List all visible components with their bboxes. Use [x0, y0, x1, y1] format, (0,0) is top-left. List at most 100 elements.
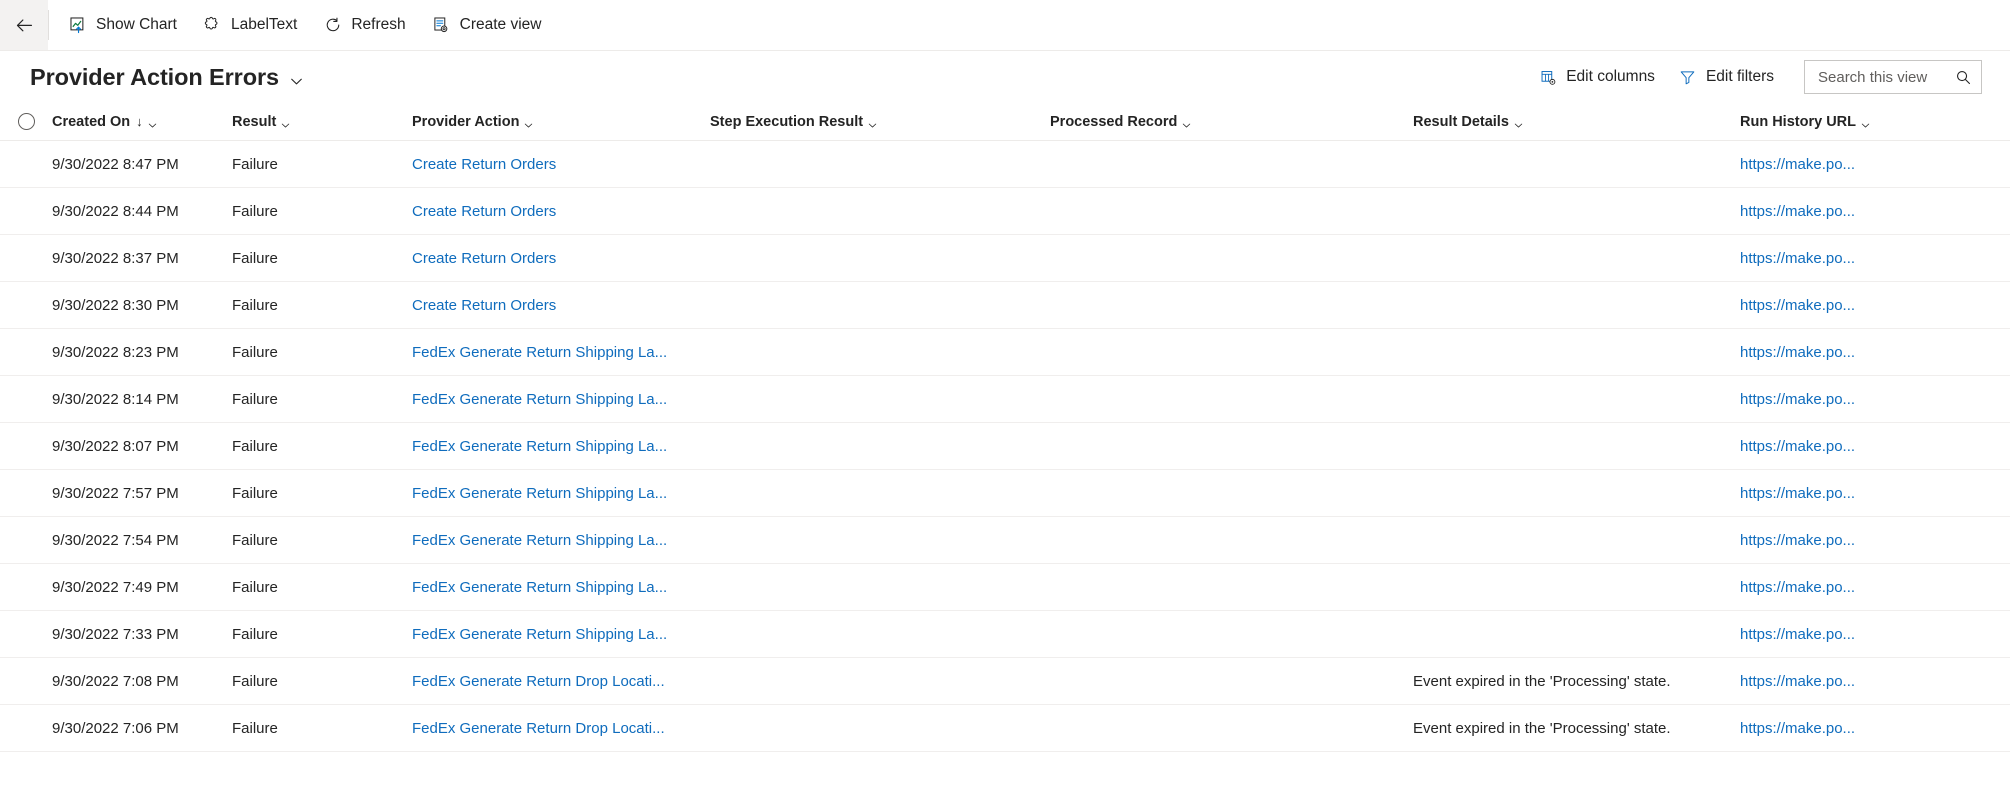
column-header-processed-record-label: Processed Record: [1050, 113, 1178, 130]
cell-provider-action[interactable]: Create Return Orders: [412, 156, 710, 173]
select-all-cell[interactable]: [0, 113, 52, 130]
show-chart-button[interactable]: Show Chart: [55, 0, 190, 50]
table-row[interactable]: 9/30/2022 8:37 PM Failure Create Return Or…: [0, 235, 2010, 282]
column-header-created-on-label: Created On: [52, 113, 131, 130]
cell-result-details: Event expired in the 'Processing' state.: [1413, 719, 1671, 737]
table-row[interactable]: 9/30/2022 7:33 PM Failure FedEx Generate R…: [0, 611, 2010, 658]
cell-run-history-url[interactable]: https://make.po...: [1740, 250, 2010, 267]
column-header-run-history-url[interactable]: Run History URL: [1740, 114, 2010, 130]
chevron-down-icon[interactable]: [524, 118, 533, 128]
cell-created-on: 9/30/2022 7:54 PM: [52, 531, 179, 549]
chevron-down-icon[interactable]: [148, 118, 157, 128]
refresh-label: Refresh: [351, 16, 406, 33]
table-row[interactable]: 9/30/2022 7:54 PM Failure FedEx Generate R…: [0, 517, 2010, 564]
grid-body: 9/30/2022 8:47 PM Failure Create Return Or…: [0, 141, 2010, 752]
search-icon[interactable]: [1955, 69, 1972, 86]
column-header-processed-record[interactable]: Processed Record: [1050, 114, 1413, 130]
cell-run-history-url[interactable]: https://make.po...: [1740, 203, 2010, 220]
cell-provider-action[interactable]: FedEx Generate Return Shipping La...: [412, 532, 710, 549]
cell-created-on: 9/30/2022 8:23 PM: [52, 343, 179, 361]
column-header-step-execution-result[interactable]: Step Execution Result: [710, 114, 1050, 130]
command-bar: Show Chart LabelText Refresh Create view: [0, 0, 2010, 51]
cell-provider-action[interactable]: Create Return Orders: [412, 203, 710, 220]
cell-provider-action[interactable]: FedEx Generate Return Drop Locati...: [412, 673, 710, 690]
table-row[interactable]: 9/30/2022 7:57 PM Failure FedEx Generate R…: [0, 470, 2010, 517]
cell-result: Failure: [232, 249, 278, 267]
cell-run-history-url[interactable]: https://make.po...: [1740, 485, 2010, 502]
view-selector[interactable]: Provider Action Errors: [30, 64, 302, 91]
column-header-created-on[interactable]: Created On ↓: [52, 114, 232, 130]
cell-provider-action[interactable]: FedEx Generate Return Shipping La...: [412, 626, 710, 643]
table-row[interactable]: 9/30/2022 7:06 PM Failure FedEx Generate R…: [0, 705, 2010, 752]
columns-icon: [1539, 68, 1557, 86]
refresh-button[interactable]: Refresh: [310, 0, 418, 50]
back-button[interactable]: [0, 0, 48, 50]
cell-created-on: 9/30/2022 8:47 PM: [52, 155, 179, 173]
edit-filters-button[interactable]: Edit filters: [1667, 58, 1786, 96]
table-row[interactable]: 9/30/2022 8:30 PM Failure Create Return Or…: [0, 282, 2010, 329]
view-header: Provider Action Errors Edit columns Edit…: [0, 51, 2010, 103]
chevron-down-icon[interactable]: [1182, 118, 1191, 128]
cell-result: Failure: [232, 719, 278, 737]
column-header-step-execution-result-label: Step Execution Result: [710, 113, 864, 130]
cell-result: Failure: [232, 202, 278, 220]
cell-created-on: 9/30/2022 8:44 PM: [52, 202, 179, 220]
cell-result: Failure: [232, 484, 278, 502]
cell-provider-action[interactable]: FedEx Generate Return Shipping La...: [412, 485, 710, 502]
column-header-provider-action-label: Provider Action: [412, 113, 520, 130]
cell-created-on: 9/30/2022 7:57 PM: [52, 484, 179, 502]
cell-provider-action[interactable]: FedEx Generate Return Shipping La...: [412, 391, 710, 408]
create-view-button[interactable]: Create view: [419, 0, 555, 50]
table-row[interactable]: 9/30/2022 8:44 PM Failure Create Return Or…: [0, 188, 2010, 235]
cell-created-on: 9/30/2022 8:07 PM: [52, 437, 179, 455]
edit-columns-label: Edit columns: [1566, 68, 1655, 85]
show-chart-label: Show Chart: [96, 16, 177, 33]
cell-result: Failure: [232, 390, 278, 408]
labeltext-button[interactable]: LabelText: [190, 0, 310, 50]
cell-run-history-url[interactable]: https://make.po...: [1740, 579, 2010, 596]
table-row[interactable]: 9/30/2022 8:23 PM Failure FedEx Generate R…: [0, 329, 2010, 376]
cell-run-history-url[interactable]: https://make.po...: [1740, 156, 2010, 173]
cell-run-history-url[interactable]: https://make.po...: [1740, 626, 2010, 643]
cell-run-history-url[interactable]: https://make.po...: [1740, 391, 2010, 408]
cell-provider-action[interactable]: Create Return Orders: [412, 250, 710, 267]
cell-run-history-url[interactable]: https://make.po...: [1740, 673, 2010, 690]
table-row[interactable]: 9/30/2022 7:08 PM Failure FedEx Generate R…: [0, 658, 2010, 705]
edit-columns-button[interactable]: Edit columns: [1527, 58, 1667, 96]
cell-provider-action[interactable]: FedEx Generate Return Shipping La...: [412, 344, 710, 361]
back-arrow-icon: [16, 18, 32, 31]
cell-result: Failure: [232, 625, 278, 643]
cell-result: Failure: [232, 578, 278, 596]
column-header-result-details[interactable]: Result Details: [1413, 114, 1740, 130]
cell-run-history-url[interactable]: https://make.po...: [1740, 438, 2010, 455]
grid-header-row: Created On ↓ Result Provider Action Step…: [0, 103, 2010, 141]
chevron-down-icon[interactable]: [1861, 118, 1870, 128]
select-all-checkbox[interactable]: [17, 113, 35, 130]
refresh-icon: [323, 16, 342, 35]
column-header-result[interactable]: Result: [232, 114, 412, 130]
cell-provider-action[interactable]: FedEx Generate Return Shipping La...: [412, 579, 710, 596]
chevron-down-icon[interactable]: [281, 118, 290, 128]
search-input[interactable]: [1816, 67, 1955, 87]
cell-created-on: 9/30/2022 7:33 PM: [52, 625, 179, 643]
table-row[interactable]: 9/30/2022 8:47 PM Failure Create Return Or…: [0, 141, 2010, 188]
create-view-icon: [432, 16, 451, 35]
cell-run-history-url[interactable]: https://make.po...: [1740, 720, 2010, 737]
data-grid: Created On ↓ Result Provider Action Step…: [0, 103, 2010, 752]
cell-run-history-url[interactable]: https://make.po...: [1740, 532, 2010, 549]
table-row[interactable]: 9/30/2022 7:49 PM Failure FedEx Generate R…: [0, 564, 2010, 611]
table-row[interactable]: 9/30/2022 8:14 PM Failure FedEx Generate R…: [0, 376, 2010, 423]
cell-provider-action[interactable]: FedEx Generate Return Shipping La...: [412, 438, 710, 455]
chevron-down-icon[interactable]: [868, 118, 877, 128]
column-header-result-label: Result: [232, 113, 277, 130]
cell-provider-action[interactable]: FedEx Generate Return Drop Locati...: [412, 720, 710, 737]
chevron-down-icon[interactable]: [1514, 118, 1523, 128]
table-row[interactable]: 9/30/2022 8:07 PM Failure FedEx Generate R…: [0, 423, 2010, 470]
cell-run-history-url[interactable]: https://make.po...: [1740, 344, 2010, 361]
command-bar-divider: [48, 10, 49, 40]
filter-icon: [1679, 68, 1697, 86]
cell-run-history-url[interactable]: https://make.po...: [1740, 297, 2010, 314]
column-header-provider-action[interactable]: Provider Action: [412, 114, 710, 130]
cell-provider-action[interactable]: Create Return Orders: [412, 297, 710, 314]
search-box[interactable]: [1804, 60, 1982, 94]
